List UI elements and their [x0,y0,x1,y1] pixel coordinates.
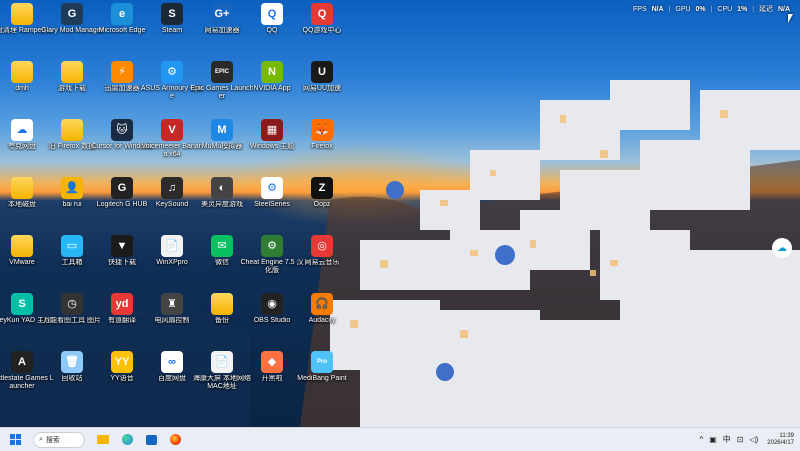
folder-icon [11,61,33,83]
app-icon: ◉ [261,293,283,315]
latency-value: N/A [777,6,790,13]
app-icon: ▭ [61,235,83,257]
desktop[interactable]: FPS N/A | GPU 0% | CPU 1% | 延迟 N/A C盘清理 … [0,0,800,427]
app-icon: G+ [211,3,233,25]
app-icon: 🦊 [311,119,333,141]
app-icon: S [161,3,183,25]
app-icon: Q [311,3,333,25]
app-icon: ✉ [211,235,233,257]
system-tray: ^ ▣ 中 ⊡ ◁) 11:39 2026/4/17 [696,428,794,451]
folder-icon [61,61,83,83]
cpu-label: CPU [717,6,733,13]
app-icon: ⚙ [161,61,183,83]
app-icon: ◎ [311,235,333,257]
app-icon: ◐ [211,177,233,199]
ime-icon[interactable]: 中 [723,434,731,445]
network-icon[interactable]: ⊡ [737,435,744,444]
clock[interactable]: 11:39 2026/4/17 [767,433,794,447]
folder-icon [11,235,33,257]
desktop-icon[interactable]: 🦊 Firefox [290,116,354,170]
app-icon: ⚙ [261,177,283,199]
desktop-icon[interactable]: 🎧 Audacity [290,290,354,344]
desktop-icon[interactable]: Pro MediBang Paint [290,348,354,402]
desktop-icon[interactable]: Q QQ游戏中心 [290,0,354,54]
app-icon: Z [311,177,333,199]
desktop-icon-label: Firefox [311,143,333,150]
clock-date: 2026/4/17 [767,439,794,446]
app-icon: ▦ [261,119,283,141]
app-icon: EPIC [211,61,233,83]
desktop-icon[interactable]: Z Oopz [290,174,354,228]
app-icon: 👤 [61,177,83,199]
desktop-icon-label: 网易UU加速 [302,85,342,92]
taskbar: ⌕ 搜索 ^ ▣ 中 ⊡ ◁) 11:39 2026/4/17 [0,427,800,451]
file-explorer-icon[interactable] [94,431,112,449]
app-icon: Pro [311,351,333,373]
app-icon: ⚡ [111,61,133,83]
cloud-sync-widget-icon[interactable]: ☁ [772,238,792,258]
tray-app-icon[interactable]: ▣ [709,435,717,444]
app-icon: ◆ [261,351,283,373]
desktop-icon-label: Audacity [308,317,336,324]
app-icon: A [11,351,33,373]
windows-logo-icon [9,434,21,445]
app-icon: ♜ [161,293,183,315]
cpu-value: 1% [737,6,748,13]
microsoft-store-icon[interactable] [142,431,160,449]
performance-overlay: FPS N/A | GPU 0% | CPU 1% | 延迟 N/A [633,6,790,13]
app-icon: 🗑 [61,351,83,373]
firefox-icon[interactable] [166,431,184,449]
desktop-icon-label: Oopz [313,201,331,208]
app-icon: 🎧 [311,293,333,315]
search-icon: ⌕ [39,435,43,443]
volume-icon[interactable]: ◁) [749,435,758,444]
mouse-cursor-icon [788,14,793,23]
desktop-icon[interactable]: U 网易UU加速 [290,58,354,112]
app-icon: 📄 [161,235,183,257]
folder-icon [11,177,33,199]
fps-label: FPS [633,6,647,13]
app-icon: U [311,61,333,83]
app-icon: G [61,3,83,25]
folder-icon [61,119,83,141]
desktop-icon-label: 网易云音乐 [304,259,340,266]
search-label: 搜索 [45,436,60,444]
app-icon: yd [111,293,133,315]
app-icon: ▼ [111,235,133,257]
desktop-icon-label: QQ游戏中心 [302,27,342,34]
app-icon: ⚙ [261,235,283,257]
app-icon: ∞ [161,351,183,373]
start-button[interactable] [6,431,24,449]
folder-icon [11,3,33,25]
app-icon: ♫ [161,177,183,199]
tray-chevron-up-icon[interactable]: ^ [699,435,703,444]
app-icon: 📄 [211,351,233,373]
app-icon: Q [261,3,283,25]
app-icon: e [111,3,133,25]
app-icon: M [211,119,233,141]
app-icon: ◷ [61,293,83,315]
gpu-label: GPU [675,6,691,13]
app-icon: S [11,293,33,315]
clock-time: 11:39 [779,432,794,439]
fps-value: N/A [651,6,664,13]
edge-icon[interactable] [118,431,136,449]
app-icon: YY [111,351,133,373]
desktop-icon[interactable]: ◎ 网易云音乐 [290,232,354,286]
desktop-icon-label: MediBang Paint [297,375,347,382]
app-icon: ☁ [11,119,33,141]
latency-label: 延迟 [758,6,773,13]
app-icon: 🐱 [111,119,133,141]
app-icon: G [111,177,133,199]
folder-icon [211,293,233,315]
gpu-value: 0% [695,6,706,13]
app-icon: V [161,119,183,141]
app-icon: N [261,61,283,83]
taskbar-search-box[interactable]: ⌕ 搜索 [33,431,85,448]
